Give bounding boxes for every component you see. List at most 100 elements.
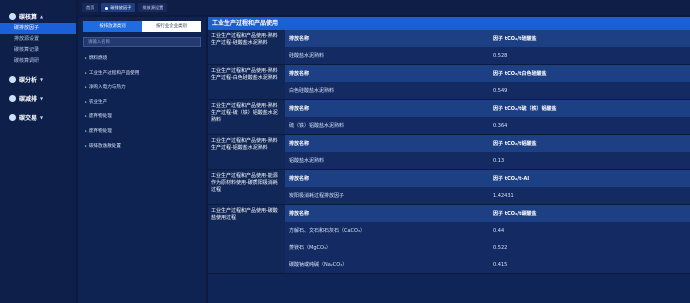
caret-right-icon: ▸ [85,128,87,133]
factor-value-cell: 0.415 [493,261,508,268]
nav-group-label: 碳交易 [19,115,38,122]
header-name-cell: 排放名称 [289,36,310,42]
active-dot-icon [105,6,109,10]
left-navigation: 碳核算 ▲ 碳排放因子 排放源设置 碳核算记录 碳核算调研 碳分析 ▼ 碳减排 ▼ 碳交易 ▼ [0,0,76,303]
category-item[interactable]: ▸ 废弃物处理 [78,124,206,139]
emission-name-cell: 菱镁石（MgCO₃） [289,245,331,251]
factor-group-label: 工业生产过程和产品使用-熟料生产过程-硫（铁）铝酸盐水泥熟料 [208,100,285,134]
tab-label: 首页 [86,5,95,10]
header-name-cell: 排放名称 [289,106,310,112]
nav-sub-item[interactable]: 排放源设置 [0,34,76,45]
category-item[interactable]: ▸ 工业生产过程和产品使用 [78,66,206,81]
factor-group: 工业生产过程和产品使用-熟料生产过程-铝酸盐水泥熟料 排放名称 因子 tCO₂/t铝… [208,135,690,170]
factor-group: 工业生产过程和产品使用-碳酸盐使用过程 排放名称 因子 tCO₂/t碳酸盐方解石、文… [208,205,690,274]
factor-group-label: 工业生产过程和产品使用-能源作为原材料使用-碳质阳极消耗过程 [208,170,285,204]
factor-value-cell: 0.528 [493,52,508,59]
nav-group-icon [9,76,16,83]
category-panel: 按排放源类别 按行业企业类别 请输入名称 ▸ 燃料燃烧 ▸ 工业生产过程和产品使用 ▸ 净… [78,17,206,303]
factor-value-cell: 0.549 [493,87,508,94]
chevron-down-icon: ▼ [40,96,44,101]
caret-right-icon: ▸ [85,70,87,75]
factor-group-label: 工业生产过程和产品使用-碳酸盐使用过程 [208,205,285,273]
nav-group-label: 碳减排 [19,96,38,103]
emission-name-cell: 方解石、文石和石灰石（CaCO₃） [289,228,365,234]
factor-group-label: 工业生产过程和产品使用-熟料生产过程-白色硅酸盐水泥熟料 [208,65,285,99]
table-row[interactable]: 硅酸盐水泥熟料 0.528 [285,47,690,64]
factor-table: 排放名称 因子 tCO₂/t硫（铁）铝酸盐硫（铁）铝酸盐水泥熟料 0.364 [285,100,690,134]
tab[interactable]: 排放源设置 [138,3,168,12]
nav-group[interactable]: 碳减排 ▼ [0,92,76,105]
category-item[interactable]: ▸ 净购入电力与热力 [78,80,206,95]
factor-table-header: 排放名称 因子 tCO₂/t硫（铁）铝酸盐 [285,100,690,117]
table-row[interactable]: 炭阳极消耗过程排放因子 1.42431 [285,187,690,204]
nav-sub-item[interactable]: 碳核算记录 [0,45,76,56]
tab-label: 排放源设置 [142,5,164,10]
category-search-input[interactable]: 请输入名称 [83,37,201,47]
factor-table-header: 排放名称 因子 tCO₂/t白色硅酸盐 [285,65,690,82]
factor-groups: 工业生产过程和产品使用-熟料生产过程-硅酸盐水泥熟料 排放名称 因子 tCO₂/t硅… [208,30,690,274]
section-title: 工业生产过程和产品使用 [208,17,690,30]
nav-sub-item[interactable]: 碳排放因子 [0,23,76,34]
table-row[interactable]: 菱镁石（MgCO₃） 0.522 [285,239,690,256]
header-name-cell: 排放名称 [289,211,310,217]
factor-table: 排放名称 因子 tCO₂/t-Al 炭阳极消耗过程排放因子 1.42431 [285,170,690,204]
header-factor-cell: 因子 tCO₂/t白色硅酸盐 [493,71,547,77]
factor-table: 排放名称 因子 tCO₂/t碳酸盐 方解石、文石和石灰石（CaCO₃） 0.44 菱镁石… [285,205,690,273]
table-row[interactable]: 铝酸盐水泥熟料 0.13 [285,152,690,169]
caret-right-icon: ▸ [85,56,87,60]
table-row[interactable]: 硫（铁）铝酸盐水泥熟料 0.364 [285,117,690,134]
tab-bar: 首页 碳排放因子 排放源设置 [78,0,690,15]
category-item-label: 废弃物处理 [88,128,112,134]
category-item-label: 碳排放逸散处置 [88,143,121,149]
factor-table-header: 排放名称 因子 tCO₂/t碳酸盐 [285,205,690,222]
category-item-label: 农业生产 [88,99,108,105]
emission-name-cell: 碳酸钠或纯碱（Na₂CO₃） [289,262,348,268]
caret-right-icon: ▸ [85,99,87,104]
factor-table: 排放名称 因子 tCO₂/t白色硅酸盐白色硅酸盐水泥熟料 0.549 [285,65,690,99]
nav-group[interactable]: 碳交易 ▼ [0,111,76,124]
factor-table-header: 排放名称 因子 tCO₂/t硅酸盐 [285,30,690,47]
header-factor-cell: 因子 tCO₂/t-Al [493,176,530,182]
category-item-label: 净购入电力与热力 [88,85,126,91]
header-factor-cell: 因子 tCO₂/t碳酸盐 [493,211,537,217]
nav-group-label: 碳核算 [19,14,38,21]
factor-group: 工业生产过程和产品使用-熟料生产过程-硅酸盐水泥熟料 排放名称 因子 tCO₂/t硅… [208,30,690,65]
factor-table: 排放名称 因子 tCO₂/t铝酸盐 铝酸盐水泥熟料 0.13 [285,135,690,169]
category-item[interactable]: ▸ 碳排放逸散处置 [78,139,206,154]
header-factor-cell: 因子 tCO₂/t硅酸盐 [493,36,537,42]
factor-group: 工业生产过程和产品使用-熟料生产过程-硫（铁）铝酸盐水泥熟料 排放名称 因子 tCO… [208,100,690,135]
factor-group: 工业生产过程和产品使用-能源作为原材料使用-碳质阳极消耗过程 排放名称 因子 tCO… [208,170,690,205]
factor-table-header: 排放名称 因子 tCO₂/t-Al [285,170,690,187]
toggle-by-industry-button[interactable]: 按行业企业类别 [142,21,201,32]
tab[interactable]: 首页 [82,3,99,12]
chevron-down-icon: ▼ [40,115,44,120]
header-name-cell: 排放名称 [289,71,310,77]
nav-group-icon [9,95,16,102]
header-factor-cell: 因子 tCO₂/t硫（铁）铝酸盐 [493,106,557,112]
emission-name-cell: 炭阳极消耗过程排放因子 [289,193,345,199]
category-tree: ▸ 燃料燃烧 ▸ 工业生产过程和产品使用 ▸ 净购入电力与热力 ▸ 农业生产 ▸ 废弃物处理 ▸ 废弃… [78,51,206,153]
header-name-cell: 排放名称 [289,141,310,147]
table-row[interactable]: 方解石、文石和石灰石（CaCO₃） 0.44 [285,222,690,239]
nav-group[interactable]: 碳分析 ▼ [0,73,76,86]
category-item[interactable]: ▸ 农业生产 [78,95,206,110]
toggle-by-source-button[interactable]: 按排放源类别 [83,21,142,32]
nav-group[interactable]: 碳核算 ▲ [0,10,76,23]
category-item[interactable]: ▸ 废弃物处理 [78,109,206,124]
category-toggle: 按排放源类别 按行业企业类别 [83,21,201,32]
nav-group-label: 碳分析 [19,77,38,84]
factor-value-cell: 1.42431 [493,192,514,199]
nav-group-icon [9,13,16,20]
table-row[interactable]: 碳酸钠或纯碱（Na₂CO₃） 0.415 [285,256,690,273]
category-item[interactable]: ▸ 燃料燃烧 [78,51,206,66]
factor-value-cell: 0.13 [493,157,505,164]
caret-right-icon: ▸ [85,85,87,90]
tab[interactable]: 碳排放因子 [101,3,136,12]
factor-value-cell: 0.364 [493,122,508,129]
emission-name-cell: 硫（铁）铝酸盐水泥熟料 [289,123,345,129]
factor-group-label: 工业生产过程和产品使用-熟料生产过程-铝酸盐水泥熟料 [208,135,285,169]
table-row[interactable]: 白色硅酸盐水泥熟料 0.549 [285,82,690,99]
tab-label: 碳排放因子 [110,5,132,10]
emission-name-cell: 硅酸盐水泥熟料 [289,53,325,59]
nav-sub-item[interactable]: 碳核算调研 [0,56,76,67]
